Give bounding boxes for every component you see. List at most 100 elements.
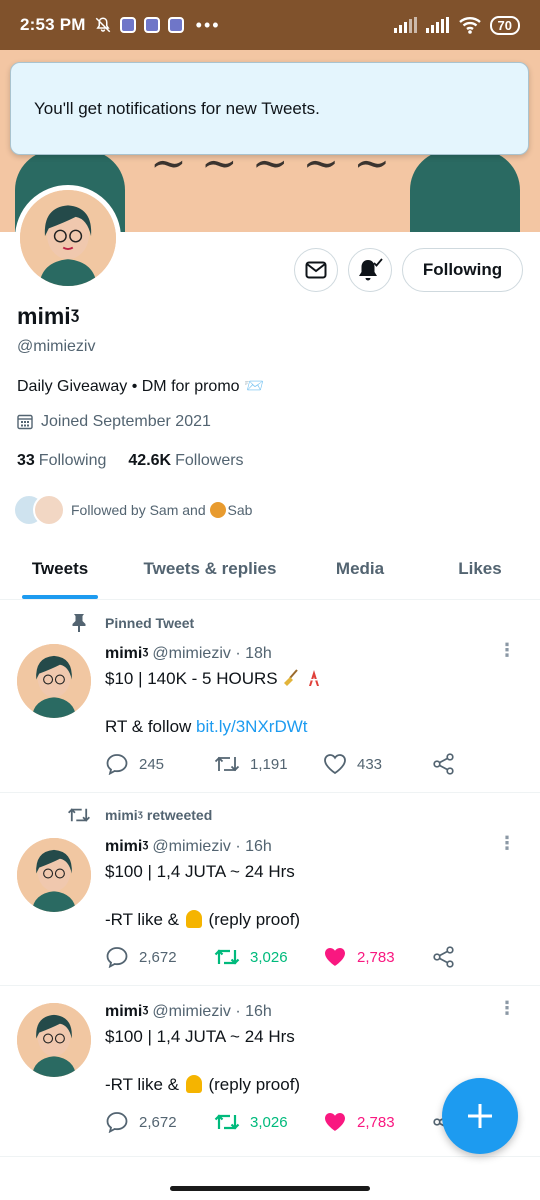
tweet-author-name[interactable]: mimiᶾ — [105, 1003, 148, 1020]
tab-tweets[interactable]: Tweets — [0, 538, 120, 599]
notification-toast: You'll get notifications for new Tweets. — [10, 62, 529, 155]
followers-count: 42.6K — [128, 452, 172, 469]
tab-media[interactable]: Media — [300, 538, 420, 599]
mute-bell-icon — [95, 17, 110, 33]
profile-bio: Daily Giveaway • DM for promo 📨 — [17, 378, 264, 395]
followers-label: Followers — [175, 452, 244, 469]
retweeted-label: mimiᶾ retweeted — [67, 806, 212, 824]
profile-handle: @mimieziv — [17, 338, 96, 355]
reply-button[interactable]: 245 — [105, 753, 214, 775]
like-button[interactable]: 2,783 — [323, 1111, 432, 1133]
envelope-icon — [305, 261, 327, 279]
app-notification-icon — [143, 17, 160, 33]
followed-by[interactable]: Followed by Sam and Sab — [13, 494, 252, 526]
avatar-image — [17, 644, 91, 718]
share-button[interactable] — [432, 753, 540, 775]
reply-button[interactable]: 2,672 — [105, 1111, 214, 1133]
retweet-button[interactable]: 3,026 — [214, 1112, 323, 1132]
signal-icon — [425, 17, 449, 33]
plus-icon — [468, 1104, 492, 1128]
signal-icon — [393, 17, 417, 33]
message-button[interactable] — [294, 248, 338, 292]
app-notification-icon — [119, 17, 136, 33]
tokyo-tower-emoji-icon — [309, 670, 320, 686]
like-button[interactable]: 433 — [323, 753, 432, 775]
profile-avatar[interactable] — [15, 185, 121, 291]
status-system-icons: 70 — [393, 15, 520, 35]
tweet-text: $100 | 1,4 JUTA ~ 24 Hrs -RT like & (rep… — [105, 862, 301, 929]
followers-count-link[interactable]: 42.6K Followers — [128, 452, 243, 470]
lion-emoji-icon — [209, 502, 226, 518]
tweet-actions: 2,672 3,026 2,783 — [105, 946, 540, 968]
bell-check-icon — [359, 258, 383, 281]
tweet-avatar[interactable] — [17, 838, 91, 912]
tweet-author-name[interactable]: mimiᶾ — [105, 838, 148, 855]
tweet-header: mimiᶾ @mimieziv · 18h — [105, 645, 272, 663]
reply-button[interactable]: 2,672 — [105, 946, 214, 968]
share-button[interactable] — [432, 946, 540, 968]
profile-tabs: Tweets Tweets & replies Media Likes — [0, 538, 540, 600]
tweet-more-button[interactable]: ⋮ — [498, 999, 516, 1017]
tweet-actions: 245 1,191 433 — [105, 753, 540, 775]
active-tab-indicator — [22, 595, 98, 599]
tweet-more-button[interactable]: ⋮ — [498, 834, 516, 852]
tweet-avatar[interactable] — [17, 1003, 91, 1077]
more-notifications-icon: ••• — [195, 14, 221, 35]
status-time: 2:53 PM — [20, 15, 86, 34]
reply-icon — [106, 947, 128, 968]
battery-icon: 70 — [489, 15, 520, 35]
heart-icon — [324, 754, 346, 775]
bell-emoji-icon — [185, 1075, 202, 1093]
tweet-meta: @mimieziv · 16h — [152, 838, 272, 855]
pinned-label: Pinned Tweet — [67, 613, 194, 633]
bell-emoji-icon — [185, 910, 202, 928]
tweet-text: $10 | 140K - 5 HOURS RT & follow bit.ly/… — [105, 667, 323, 739]
app-notification-icon — [167, 17, 184, 33]
status-bar: 2:53 PM ••• 70 — [0, 0, 540, 50]
broom-emoji-icon — [284, 669, 299, 686]
share-icon — [433, 946, 454, 968]
tweet-meta: @mimieziv · 16h — [152, 1003, 272, 1020]
tweet-link[interactable]: bit.ly/3NXrDWt — [196, 717, 307, 736]
share-icon — [433, 753, 454, 775]
following-count-link[interactable]: 33 Following — [17, 452, 106, 470]
tweet[interactable]: Pinned Tweet mimiᶾ @mimieziv · 18h ⋮ $10 … — [0, 601, 540, 793]
profile-display-name: mimiᶾ — [17, 303, 80, 329]
reply-icon — [106, 1112, 128, 1133]
retweet-icon — [68, 808, 90, 822]
followed-by-avatars — [13, 494, 67, 526]
joined-date: Joined September 2021 — [41, 413, 211, 430]
tweet-more-button[interactable]: ⋮ — [498, 641, 516, 659]
retweet-button[interactable]: 3,026 — [214, 947, 323, 967]
home-indicator[interactable] — [170, 1186, 370, 1191]
notifications-button[interactable] — [348, 248, 392, 292]
following-label: Following — [38, 452, 107, 469]
follow-counts: 33 Following 42.6K Followers — [17, 452, 244, 470]
calendar-icon — [17, 414, 33, 430]
banner-illustration — [410, 150, 520, 232]
toast-message: You'll get notifications for new Tweets. — [34, 98, 320, 118]
retweet-button[interactable]: 1,191 — [214, 754, 323, 774]
avatar-image — [17, 838, 91, 912]
tweet[interactable]: mimiᶾ retweeted mimiᶾ @mimieziv · 16h ⋮ $… — [0, 794, 540, 986]
avatar — [33, 494, 65, 526]
tab-likes[interactable]: Likes — [420, 538, 540, 599]
status-notification-icons: ••• — [94, 15, 221, 36]
like-button[interactable]: 2,783 — [323, 946, 432, 968]
wifi-icon — [458, 17, 481, 34]
pin-icon — [72, 614, 86, 632]
profile-joined: Joined September 2021 — [17, 413, 211, 431]
followed-by-text: Followed by Sam and Sab — [71, 502, 253, 518]
reply-icon — [106, 754, 128, 775]
tab-tweets-replies[interactable]: Tweets & replies — [120, 538, 300, 599]
following-count: 33 — [17, 452, 35, 469]
tweet-header: mimiᶾ @mimieziv · 16h — [105, 1003, 272, 1021]
following-button[interactable]: Following — [402, 248, 523, 292]
compose-tweet-button[interactable] — [442, 1078, 518, 1154]
heart-filled-icon — [325, 1113, 345, 1131]
tweet-author-name[interactable]: mimiᶾ — [105, 645, 148, 662]
tweet-avatar[interactable] — [17, 644, 91, 718]
retweet-icon — [214, 1114, 240, 1130]
tweet-header: mimiᶾ @mimieziv · 16h — [105, 838, 272, 856]
tweet-meta: @mimieziv · 18h — [152, 645, 272, 662]
